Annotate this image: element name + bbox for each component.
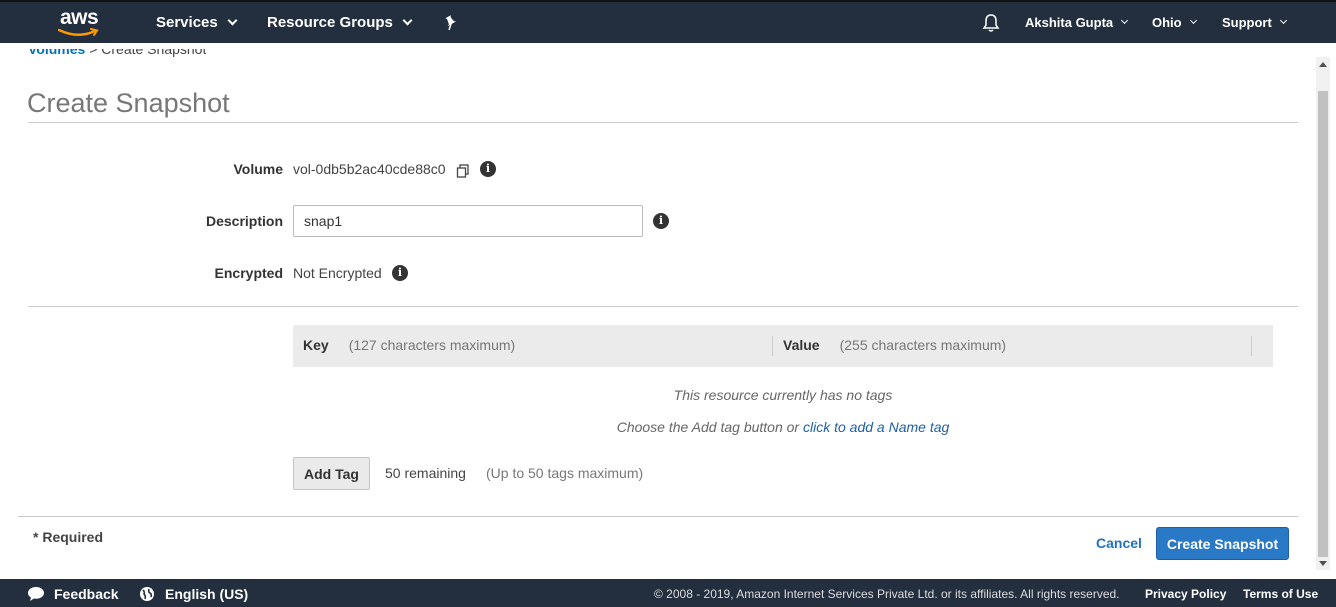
add-tag-hint: Choose the Add tag button or click to ad… [293,419,1273,435]
support-label: Support [1222,15,1272,30]
copy-icon[interactable] [456,164,470,178]
tags-remaining: 50 remaining [385,465,466,481]
chevron-down-icon [1121,16,1129,25]
column-separator [772,336,773,356]
scroll-up-icon[interactable] [1319,62,1327,67]
speech-bubble-icon [28,587,44,601]
description-info-icon[interactable]: i [653,213,669,229]
language-selector[interactable]: English (US) [139,586,248,602]
scroll-down-icon[interactable] [1319,561,1327,566]
privacy-policy-link[interactable]: Privacy Policy [1145,587,1226,601]
resource-groups-menu[interactable]: Resource Groups [267,2,413,43]
tags-table-header: Key (127 characters maximum) Value (255 ch… [293,325,1273,367]
create-snapshot-button[interactable]: Create Snapshot [1156,527,1289,560]
encrypted-info-icon[interactable]: i [392,265,408,281]
aws-logo[interactable]: aws [54,6,110,40]
required-note: * Required [33,529,104,545]
description-label: Description [205,213,283,229]
aws-smile-icon [58,28,99,36]
volume-id: vol-0db5b2ac40cde88c0 [293,161,446,177]
language-label: English (US) [165,586,249,602]
chevron-down-icon [1189,16,1197,25]
actions-divider [18,516,1298,517]
no-tags-message: This resource currently has no tags [673,387,893,403]
tags-max-note: (Up to 50 tags maximum) [486,465,644,481]
services-label: Services [156,14,218,31]
bell-icon [982,13,1000,32]
account-menu[interactable]: Akshita Gupta [1025,2,1129,43]
cancel-link[interactable]: Cancel [1096,535,1142,551]
feedback-button[interactable]: Feedback [27,586,119,602]
add-name-tag-link[interactable]: click to add a Name tag [803,419,949,435]
tag-value-hint: (255 characters maximum) [839,337,1007,353]
tag-value-header: Value [783,337,820,353]
tag-key-hint: (127 characters maximum) [348,337,516,353]
breadcrumb-volumes-link[interactable]: Volumes [28,49,85,57]
chevron-down-icon [1279,16,1287,25]
support-menu[interactable]: Support [1222,2,1287,43]
resource-groups-label: Resource Groups [267,14,393,31]
notifications-button[interactable] [982,2,1000,43]
chevron-down-icon [402,15,413,26]
aws-logo-text: aws [60,6,99,29]
pin-icon [445,14,457,30]
top-nav-bar: aws Services Resource Groups Akshita Gup… [0,0,1336,43]
add-tag-hint-text: Choose the Add tag button or [616,419,800,435]
footer-bar: Feedback English (US) © 2008 - 2019, Ama… [0,579,1336,607]
encrypted-label: Encrypted [214,265,283,281]
chevron-down-icon [227,15,238,26]
breadcrumb-separator: > [89,49,98,57]
terms-of-use-link[interactable]: Terms of Use [1243,587,1318,601]
region-label: Ohio [1152,15,1182,30]
feedback-label: Feedback [54,586,119,602]
encrypted-value: Not Encrypted [293,265,382,281]
page-title: Create Snapshot [27,88,230,118]
account-label: Akshita Gupta [1025,15,1114,30]
region-menu[interactable]: Ohio [1152,2,1197,43]
services-menu[interactable]: Services [156,2,238,43]
vertical-scrollbar[interactable] [1316,57,1330,570]
column-separator [1251,336,1252,356]
form-divider [28,306,1298,307]
pin-button[interactable] [444,2,458,43]
description-input[interactable] [293,205,643,237]
title-divider [28,122,1298,123]
volume-label: Volume [233,161,283,177]
breadcrumb-current: Create Snapshot [101,49,207,57]
breadcrumb: Volumes > Create Snapshot [28,49,206,65]
add-tag-button[interactable]: Add Tag [293,457,370,490]
volume-info-icon[interactable]: i [480,161,496,177]
scrollbar-thumb[interactable] [1318,91,1328,557]
tag-value-column: Value (255 characters maximum) [783,337,1006,353]
tag-key-column: Key (127 characters maximum) [303,337,515,353]
copyright-text: © 2008 - 2019, Amazon Internet Services … [654,587,1120,601]
tag-key-header: Key [303,337,329,353]
globe-icon [140,587,154,601]
